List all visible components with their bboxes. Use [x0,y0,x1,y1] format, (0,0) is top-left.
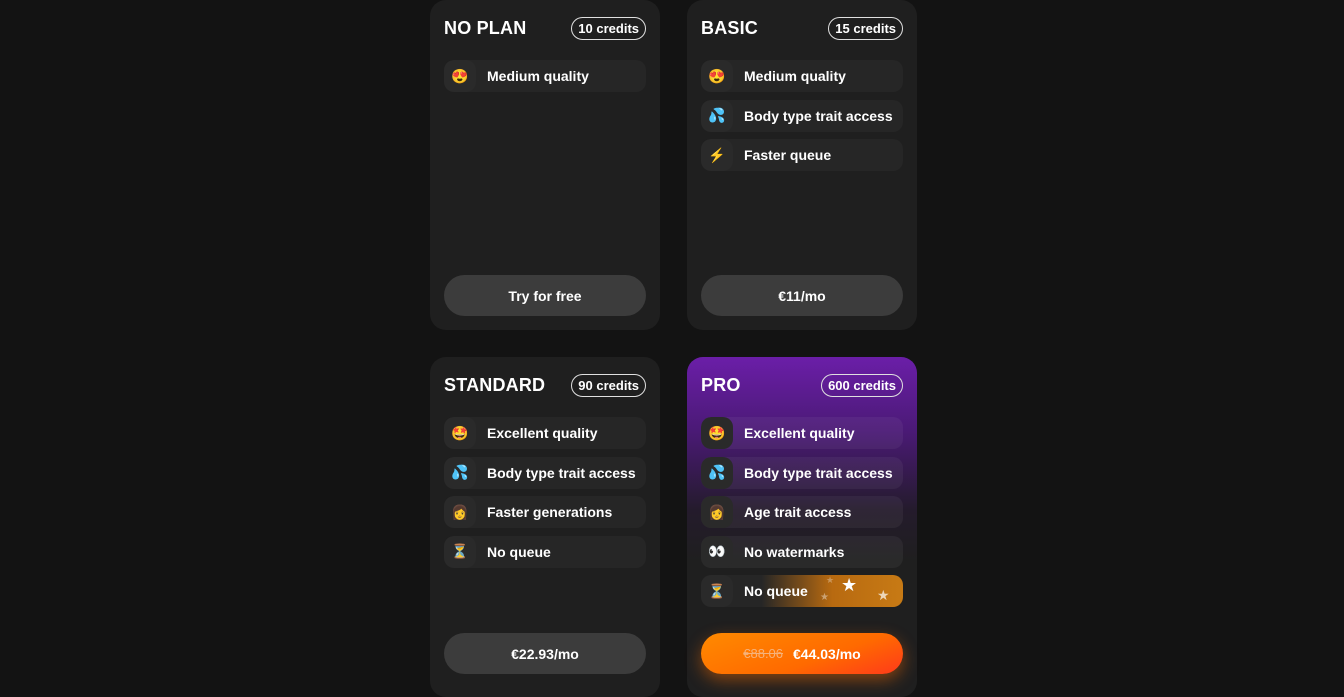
feature-item: 🤩 Excellent quality [701,417,903,449]
plan-card-no-plan: NO PLAN 10 credits 😍 Medium quality Try f… [430,0,660,330]
eyes-icon: 👀 [701,535,733,568]
star-icon: ★ [841,575,858,595]
plan-title: BASIC [701,17,759,38]
star-icon: ★ [877,587,890,603]
hourglass-icon: ⏳ [701,575,733,607]
feature-item: 💦 Body type trait access [701,456,903,489]
plan-title: PRO [701,374,741,395]
basic-subscribe-button[interactable]: €11/mo [701,275,903,316]
plan-card-standard: STANDARD 90 credits 🤩 Excellent quality 💦… [430,357,660,697]
feature-label: Excellent quality [744,425,855,441]
feature-item: ⚡ Faster queue [701,139,903,171]
woman-icon: 👩 [701,496,733,528]
feature-label: Faster queue [744,147,832,163]
heart-eyes-icon: 😍 [444,60,476,92]
feature-item: ⏳ No queue [444,535,646,568]
sweat-droplets-icon: 💦 [444,456,476,489]
feature-label: Medium quality [487,68,589,84]
star-icon: ★ [826,575,835,585]
feature-item-highlighted: ⏳ No queue ★ ★ ★ ★ [701,575,903,607]
feature-label: Body type trait access [487,464,636,481]
credits-badge: 90 credits [571,373,646,397]
feature-item: 💦 Body type trait access [701,99,903,132]
standard-subscribe-button[interactable]: €22.93/mo [444,633,646,674]
sweat-droplets-icon: 💦 [701,456,733,489]
sweat-droplets-icon: 💦 [701,99,733,132]
plan-card-basic: BASIC 15 credits 😍 Medium quality 💦 Body t… [687,0,917,330]
heart-eyes-icon: 😍 [701,60,733,92]
star-struck-icon: 🤩 [701,417,733,449]
hourglass-icon: ⏳ [444,535,476,568]
feature-item: 🤩 Excellent quality [444,417,646,449]
feature-label: No queue [487,543,551,560]
try-for-free-button[interactable]: Try for free [444,275,646,316]
feature-item: 👩 Age trait access [701,496,903,528]
feature-label: Body type trait access [744,464,893,481]
feature-label: No watermarks [744,543,845,560]
discounted-price: €44.03/mo [793,645,861,662]
credits-badge: 600 credits [821,373,903,397]
star-icon: ★ [820,592,829,603]
plan-title: STANDARD [444,374,546,395]
plan-card-pro: PRO 600 credits 🤩 Excellent quality 💦 Body… [687,357,917,697]
feature-item: 👀 No watermarks [701,535,903,568]
credits-badge: 15 credits [828,16,903,40]
feature-label: Faster generations [487,504,613,520]
credits-badge: 10 credits [571,16,646,40]
feature-label: Body type trait access [744,107,893,124]
feature-item: 💦 Body type trait access [444,456,646,489]
feature-label: Excellent quality [487,425,598,441]
feature-item: 😍 Medium quality [701,60,903,92]
pro-subscribe-button[interactable]: €88.06 €44.03/mo [701,633,903,674]
feature-label: Age trait access [744,504,852,520]
original-price: €88.06 [743,646,784,661]
feature-label: Medium quality [744,68,846,84]
lightning-icon: ⚡ [701,139,733,171]
star-struck-icon: 🤩 [444,417,476,449]
plan-title: NO PLAN [444,17,527,38]
feature-item: 😍 Medium quality [444,60,646,92]
woman-icon: 👩 [444,496,476,528]
feature-item: 👩 Faster generations [444,496,646,528]
feature-label: No queue [744,583,808,599]
